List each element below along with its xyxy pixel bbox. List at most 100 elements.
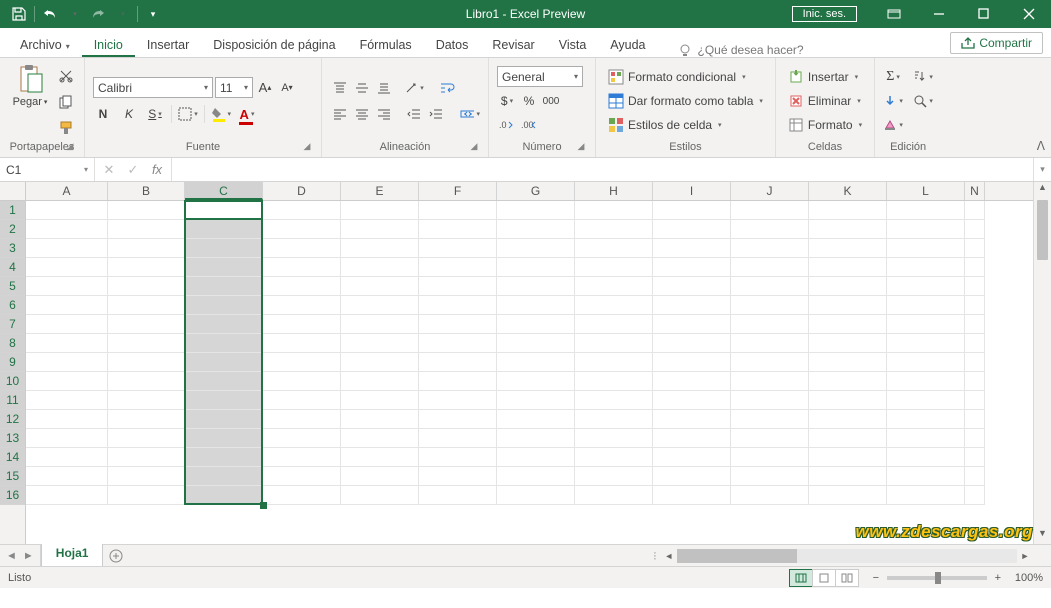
cell[interactable] [263,239,341,258]
cancel-formula-icon[interactable]: ✕ [99,162,119,178]
cell[interactable] [965,448,985,467]
cell[interactable] [26,429,108,448]
currency-icon[interactable]: $ [497,91,517,111]
column-header[interactable]: K [809,182,887,200]
cell[interactable] [108,353,185,372]
cell[interactable] [26,448,108,467]
cell[interactable] [497,486,575,505]
cell[interactable] [26,353,108,372]
scroll-left-icon[interactable]: ◄ [661,551,677,561]
insert-cells-button[interactable]: Insertar [784,67,862,87]
cell[interactable] [731,239,809,258]
bold-button[interactable]: N [93,104,113,124]
cell[interactable] [341,296,419,315]
cell[interactable] [887,239,965,258]
cell[interactable] [108,258,185,277]
cell[interactable] [809,334,887,353]
fill-icon[interactable] [883,91,903,111]
horizontal-scrollbar[interactable]: ⁝ ◄ ► [653,547,1033,564]
cell[interactable] [26,315,108,334]
cell[interactable] [731,429,809,448]
number-format-select[interactable]: General▾ [497,66,583,87]
font-size-select[interactable]: 11▾ [215,77,253,98]
formula-input[interactable] [172,158,1033,181]
hscroll-thumb[interactable] [677,549,797,563]
sheet-nav[interactable]: ◄► [0,545,41,566]
cell[interactable] [575,239,653,258]
cell[interactable] [809,410,887,429]
conditional-formatting-button[interactable]: Formato condicional [604,67,750,87]
cell[interactable] [497,315,575,334]
zoom-knob[interactable] [935,572,941,584]
cell[interactable] [809,353,887,372]
row-header[interactable]: 7 [0,315,25,334]
cell[interactable] [731,410,809,429]
cell[interactable] [185,258,263,277]
tell-me-search[interactable]: ¿Qué desea hacer? [668,43,814,57]
cell[interactable] [185,220,263,239]
cell[interactable] [263,201,341,220]
cell[interactable] [731,448,809,467]
cell[interactable] [185,372,263,391]
autosum-icon[interactable]: Σ [883,67,903,87]
cell[interactable] [263,410,341,429]
column-header[interactable]: F [419,182,497,200]
cell[interactable] [341,486,419,505]
cell[interactable] [185,334,263,353]
cell[interactable] [419,277,497,296]
cell[interactable] [419,334,497,353]
cell[interactable] [419,220,497,239]
cell[interactable] [653,429,731,448]
cell[interactable] [341,334,419,353]
cell[interactable] [497,353,575,372]
cell[interactable] [185,315,263,334]
align-middle-icon[interactable] [352,78,372,98]
cell[interactable] [108,372,185,391]
cell[interactable] [185,201,263,220]
decrease-font-icon[interactable]: A▾ [277,78,297,98]
row-header[interactable]: 2 [0,220,25,239]
cell[interactable] [575,353,653,372]
cell[interactable] [965,220,985,239]
cell[interactable] [419,429,497,448]
fill-color-icon[interactable] [211,104,231,124]
cells-area[interactable] [26,201,1033,544]
cell[interactable] [185,353,263,372]
cell[interactable] [419,391,497,410]
save-icon[interactable] [8,3,30,25]
cell[interactable] [263,315,341,334]
cell[interactable] [809,239,887,258]
cell[interactable] [887,334,965,353]
cell[interactable] [965,372,985,391]
cell[interactable] [887,258,965,277]
clipboard-launcher-icon[interactable]: ◢ [64,141,76,153]
cell[interactable] [575,372,653,391]
cell[interactable] [653,448,731,467]
tab-formulas[interactable]: Fórmulas [348,32,424,57]
cell[interactable] [185,448,263,467]
collapse-ribbon-icon[interactable]: ᐱ [1037,139,1045,153]
cell[interactable] [185,429,263,448]
cell[interactable] [887,372,965,391]
cell[interactable] [965,467,985,486]
cell[interactable] [497,372,575,391]
align-left-icon[interactable] [330,104,350,124]
cell[interactable] [419,410,497,429]
cell[interactable] [731,391,809,410]
column-header[interactable]: I [653,182,731,200]
cell[interactable] [575,467,653,486]
cell[interactable] [419,353,497,372]
cell[interactable] [341,277,419,296]
cell[interactable] [263,391,341,410]
decrease-indent-icon[interactable] [404,104,424,124]
cell[interactable] [575,258,653,277]
cell[interactable] [809,296,887,315]
cell[interactable] [419,372,497,391]
row-header[interactable]: 9 [0,353,25,372]
cell[interactable] [108,334,185,353]
cell[interactable] [575,486,653,505]
cell[interactable] [653,353,731,372]
cell[interactable] [341,391,419,410]
new-sheet-button[interactable] [103,545,129,566]
cell[interactable] [419,448,497,467]
